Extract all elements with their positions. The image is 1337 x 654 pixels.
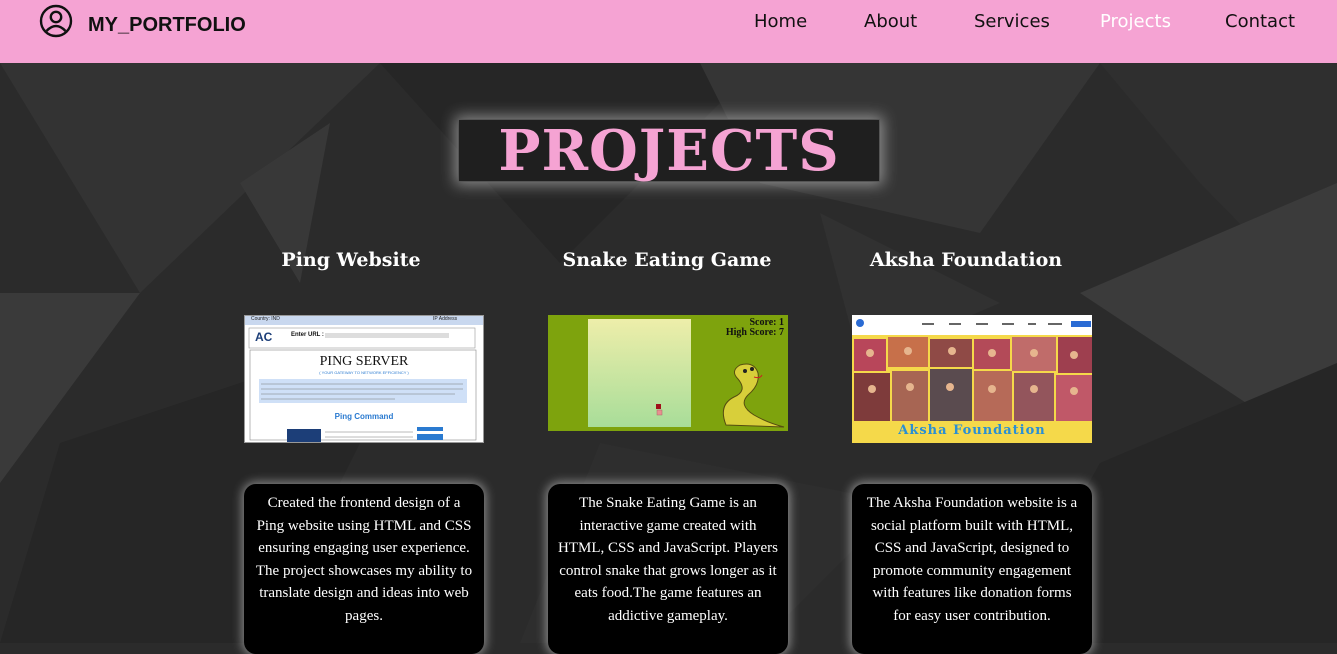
aksha-foundation-thumbnail[interactable]: Aksha Foundation bbox=[852, 315, 1092, 443]
ping-url-label: Enter URL : bbox=[291, 332, 324, 338]
ping-tagline: ( YOUR GATEWAY TO NETWORK EFFICIENCY ) bbox=[319, 370, 409, 375]
brand-name[interactable]: MY_PORTFOLIO bbox=[88, 14, 246, 37]
nav-projects[interactable]: Projects bbox=[1100, 11, 1171, 32]
nav-about[interactable]: About bbox=[864, 11, 917, 32]
aksha-caption: Aksha Foundation bbox=[898, 423, 1046, 438]
nav-services[interactable]: Services bbox=[974, 11, 1050, 32]
snake-high-score: High Score: 7 bbox=[725, 327, 784, 338]
nav-home[interactable]: Home bbox=[754, 11, 807, 32]
ping-ip-label: IP Address bbox=[433, 316, 458, 322]
nav-contact[interactable]: Contact bbox=[1225, 11, 1295, 32]
project-title-aksha: Aksha Foundation bbox=[869, 249, 1063, 271]
user-circle-icon bbox=[38, 3, 74, 39]
snake-game-thumbnail[interactable]: Score: 1 High Score: 7 bbox=[548, 315, 788, 431]
project-title-snake: Snake Eating Game bbox=[562, 249, 772, 271]
ping-country-label: Country: IND bbox=[251, 316, 280, 322]
ping-website-thumbnail[interactable]: Country: IND IP Address AC Enter URL : P… bbox=[244, 315, 484, 443]
site-header: MY_PORTFOLIO Home About Services Project… bbox=[0, 0, 1337, 63]
section-title: PROJECTS bbox=[498, 117, 840, 184]
projects-title-box: PROJECTS bbox=[458, 119, 880, 182]
ping-heading: PING SERVER bbox=[319, 354, 409, 369]
project-description-aksha: The Aksha Foundation website is a social… bbox=[852, 484, 1092, 654]
project-title-ping: Ping Website bbox=[281, 249, 421, 271]
project-description-snake: The Snake Eating Game is an interactive … bbox=[548, 484, 788, 654]
ping-command-label: Ping Command bbox=[334, 412, 394, 421]
project-description-ping: Created the frontend design of a Ping we… bbox=[244, 484, 484, 654]
ping-logo: AC bbox=[255, 330, 273, 344]
